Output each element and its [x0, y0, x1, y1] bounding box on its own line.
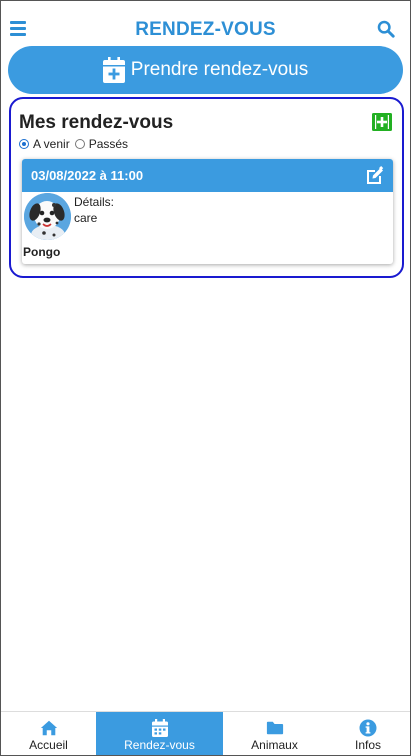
- appointment-filter: A venir Passés: [19, 137, 133, 151]
- home-icon: [40, 720, 57, 736]
- details-label: Détails:: [74, 195, 115, 209]
- nav-item-animaux[interactable]: Animaux: [223, 712, 326, 755]
- nav-label-infos: Infos: [354, 738, 381, 752]
- take-appointment-label: Prendre rendez-vous: [130, 59, 309, 80]
- calendar-icon: [151, 719, 168, 737]
- nav-item-accueil[interactable]: Accueil: [1, 712, 96, 755]
- page-title: RENDEZ-VOUS: [135, 19, 276, 40]
- bottom-nav: Accueil Rendez-vous Animaux Infos: [1, 711, 410, 755]
- filter-past-label[interactable]: Passés: [89, 137, 128, 151]
- take-appointment-button[interactable]: Prendre rendez-vous: [8, 46, 403, 94]
- appointment-card-header: 03/08/2022 à 11:00: [22, 159, 393, 192]
- pet-name: Pongo: [23, 245, 61, 259]
- dalmatian-avatar: [24, 193, 71, 240]
- filter-upcoming-label[interactable]: A venir: [33, 137, 70, 151]
- filter-past-radio[interactable]: [74, 139, 85, 149]
- appointment-datetime: 03/08/2022 à 11:00: [31, 168, 144, 183]
- nav-item-rendez-vous[interactable]: Rendez-vous: [96, 712, 223, 755]
- search-icon[interactable]: [377, 20, 395, 38]
- add-square-icon[interactable]: [372, 113, 392, 131]
- calendar-plus-icon: [102, 57, 125, 83]
- filter-upcoming-radio[interactable]: [19, 139, 29, 149]
- folder-icon: [266, 721, 283, 735]
- nav-label-accueil: Accueil: [29, 738, 68, 752]
- top-bar: RENDEZ-VOUS: [0, 0, 411, 44]
- edit-icon[interactable]: [365, 166, 385, 185]
- appointment-card[interactable]: 03/08/2022 à 11:00 Détails: care Pongo: [22, 159, 393, 264]
- info-icon: [359, 719, 377, 737]
- my-appointments-panel: Mes rendez-vous A venir Passés 03/08/202…: [9, 97, 404, 278]
- panel-title: Mes rendez-vous: [19, 112, 174, 133]
- details-value: care: [74, 211, 98, 225]
- nav-item-infos[interactable]: Infos: [326, 712, 410, 755]
- nav-label-animaux: Animaux: [251, 738, 298, 752]
- nav-label-rendez-vous: Rendez-vous: [124, 738, 195, 752]
